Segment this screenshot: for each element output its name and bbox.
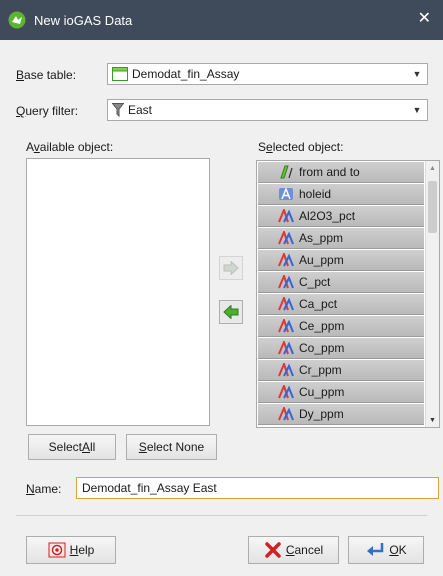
list-item[interactable]: Au_ppm xyxy=(258,250,424,271)
numeric-attribute-icon xyxy=(278,253,294,267)
list-item[interactable]: holeid xyxy=(258,184,424,205)
divider xyxy=(16,515,427,516)
numeric-attribute-icon xyxy=(278,297,294,311)
numeric-attribute-icon xyxy=(278,319,294,333)
base-table-select[interactable]: Demodat_fin_Assay ▼ xyxy=(107,63,428,85)
iogas-app-icon xyxy=(8,11,26,29)
cancel-icon xyxy=(264,542,282,558)
list-item[interactable]: Ca_pct xyxy=(258,294,424,315)
list-item[interactable]: from and to xyxy=(258,162,424,183)
numeric-attribute-icon xyxy=(278,341,294,355)
table-icon xyxy=(112,67,128,81)
new-iogas-data-dialog: New ioGAS Data ✕ Base table: Demodat_fin… xyxy=(0,0,443,576)
remove-from-selected-button[interactable] xyxy=(219,300,243,324)
vertical-scrollbar[interactable]: ▲ ▼ xyxy=(425,161,439,427)
enter-icon xyxy=(365,542,385,558)
window-title: New ioGAS Data xyxy=(34,12,133,28)
name-field[interactable]: Demodat_fin_Assay East xyxy=(76,477,439,499)
list-item[interactable]: Ce_ppm xyxy=(258,316,424,337)
list-item[interactable]: Co_ppm xyxy=(258,338,424,359)
query-filter-value: East xyxy=(128,103,153,117)
arrow-right-icon xyxy=(223,261,239,275)
cancel-button[interactable]: Cancel xyxy=(248,536,339,564)
selected-object-list[interactable]: from and to holeid Al2O3_pct As_ppm Au_p… xyxy=(256,160,440,428)
scroll-down-icon[interactable]: ▼ xyxy=(426,413,439,427)
interval-icon xyxy=(278,165,294,179)
ok-button[interactable]: OK xyxy=(348,536,424,564)
help-button[interactable]: Help xyxy=(26,536,116,564)
list-item[interactable]: As_ppm xyxy=(258,228,424,249)
list-item[interactable]: C_pct xyxy=(258,272,424,293)
numeric-attribute-icon xyxy=(278,363,294,377)
numeric-attribute-icon xyxy=(278,275,294,289)
arrow-left-icon xyxy=(223,305,239,319)
scroll-up-icon[interactable]: ▲ xyxy=(426,161,439,175)
list-item[interactable]: Dy_ppm xyxy=(258,404,424,425)
query-filter-select[interactable]: East ▼ xyxy=(107,99,428,121)
list-item[interactable]: Cu_ppm xyxy=(258,382,424,403)
available-object-list[interactable] xyxy=(26,158,210,426)
base-table-label: Base table: xyxy=(16,68,77,82)
title-bar: New ioGAS Data ✕ xyxy=(0,0,443,40)
add-to-selected-button[interactable] xyxy=(219,256,243,280)
scrollbar-thumb[interactable] xyxy=(428,181,437,233)
list-item[interactable]: Cr_ppm xyxy=(258,360,424,381)
numeric-attribute-icon xyxy=(278,231,294,245)
name-label: Name: xyxy=(26,482,62,496)
close-icon[interactable]: ✕ xyxy=(418,10,431,28)
select-all-button[interactable]: Select All xyxy=(28,434,116,460)
numeric-attribute-icon xyxy=(278,385,294,399)
numeric-attribute-icon xyxy=(278,209,294,223)
chevron-down-icon[interactable]: ▼ xyxy=(407,100,427,120)
chevron-down-icon[interactable]: ▼ xyxy=(407,64,427,84)
base-table-value: Demodat_fin_Assay xyxy=(132,67,240,81)
help-icon xyxy=(48,542,66,558)
selected-object-label: Selected object: xyxy=(258,140,344,154)
numeric-attribute-icon xyxy=(278,407,294,421)
select-none-button[interactable]: Select None xyxy=(126,434,217,460)
available-object-label: Available object: xyxy=(26,140,114,154)
query-filter-label: Query filter: xyxy=(16,104,79,118)
list-item[interactable]: Al2O3_pct xyxy=(258,206,424,227)
text-attribute-icon xyxy=(278,187,294,201)
filter-icon xyxy=(112,103,124,117)
